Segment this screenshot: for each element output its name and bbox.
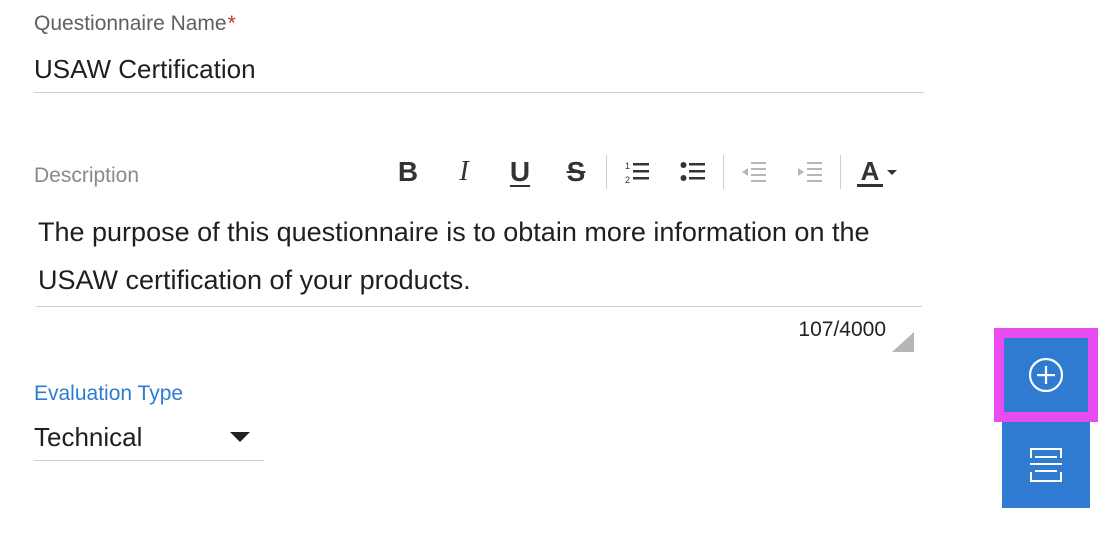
outdent-button[interactable] (734, 152, 774, 192)
svg-text:1: 1 (625, 161, 630, 171)
toolbar-separator (723, 155, 724, 189)
description-textarea[interactable]: The purpose of this questionnaire is to … (38, 208, 923, 304)
plus-circle-icon (1028, 357, 1064, 393)
bullet-list-button[interactable] (673, 152, 713, 192)
bold-button[interactable]: B (388, 152, 428, 192)
italic-icon: I (459, 156, 469, 187)
description-underline (36, 306, 922, 307)
font-color-icon: A (857, 158, 883, 187)
description-label: Description (34, 164, 140, 187)
toolbar-separator (840, 155, 841, 189)
bullet-list-icon (680, 162, 705, 181)
font-color-bar (857, 183, 883, 187)
underline-icon: U (509, 156, 531, 187)
strikethrough-button[interactable]: S (556, 152, 596, 192)
questionnaire-name-input[interactable] (34, 46, 924, 93)
add-question-button[interactable] (1004, 338, 1088, 412)
indent-button[interactable] (790, 152, 830, 192)
questionnaire-name-label-text: Questionnaire Name (34, 12, 227, 35)
add-section-button[interactable] (1002, 422, 1090, 508)
strikethrough-icon: S (566, 156, 586, 187)
character-counter: 107/4000 (798, 318, 886, 341)
underline-button[interactable]: U (500, 152, 540, 192)
dropdown-caret-icon (230, 432, 250, 442)
ordered-list-icon: 1 2 (625, 161, 649, 185)
toolbar-separator (606, 155, 607, 189)
bold-icon: B (397, 156, 419, 187)
required-marker: * (227, 12, 236, 35)
chevron-down-icon (887, 169, 897, 175)
resize-handle-icon[interactable] (892, 332, 914, 352)
outdent-icon (742, 162, 766, 182)
font-color-letter: A (860, 155, 880, 186)
evaluation-type-select[interactable]: Technical (34, 414, 264, 461)
font-color-button[interactable]: A (851, 152, 903, 192)
ordered-list-button[interactable]: 1 2 (617, 152, 657, 192)
italic-button[interactable]: I (444, 152, 484, 192)
questionnaire-name-label: Questionnaire Name* (34, 12, 236, 36)
rich-text-toolbar: B I U S 1 2 A (380, 150, 911, 194)
evaluation-type-label: Evaluation Type (34, 382, 184, 405)
indent-icon (798, 162, 822, 182)
svg-text:2: 2 (625, 175, 630, 185)
section-break-icon (1030, 448, 1062, 482)
evaluation-type-value: Technical (34, 421, 143, 452)
